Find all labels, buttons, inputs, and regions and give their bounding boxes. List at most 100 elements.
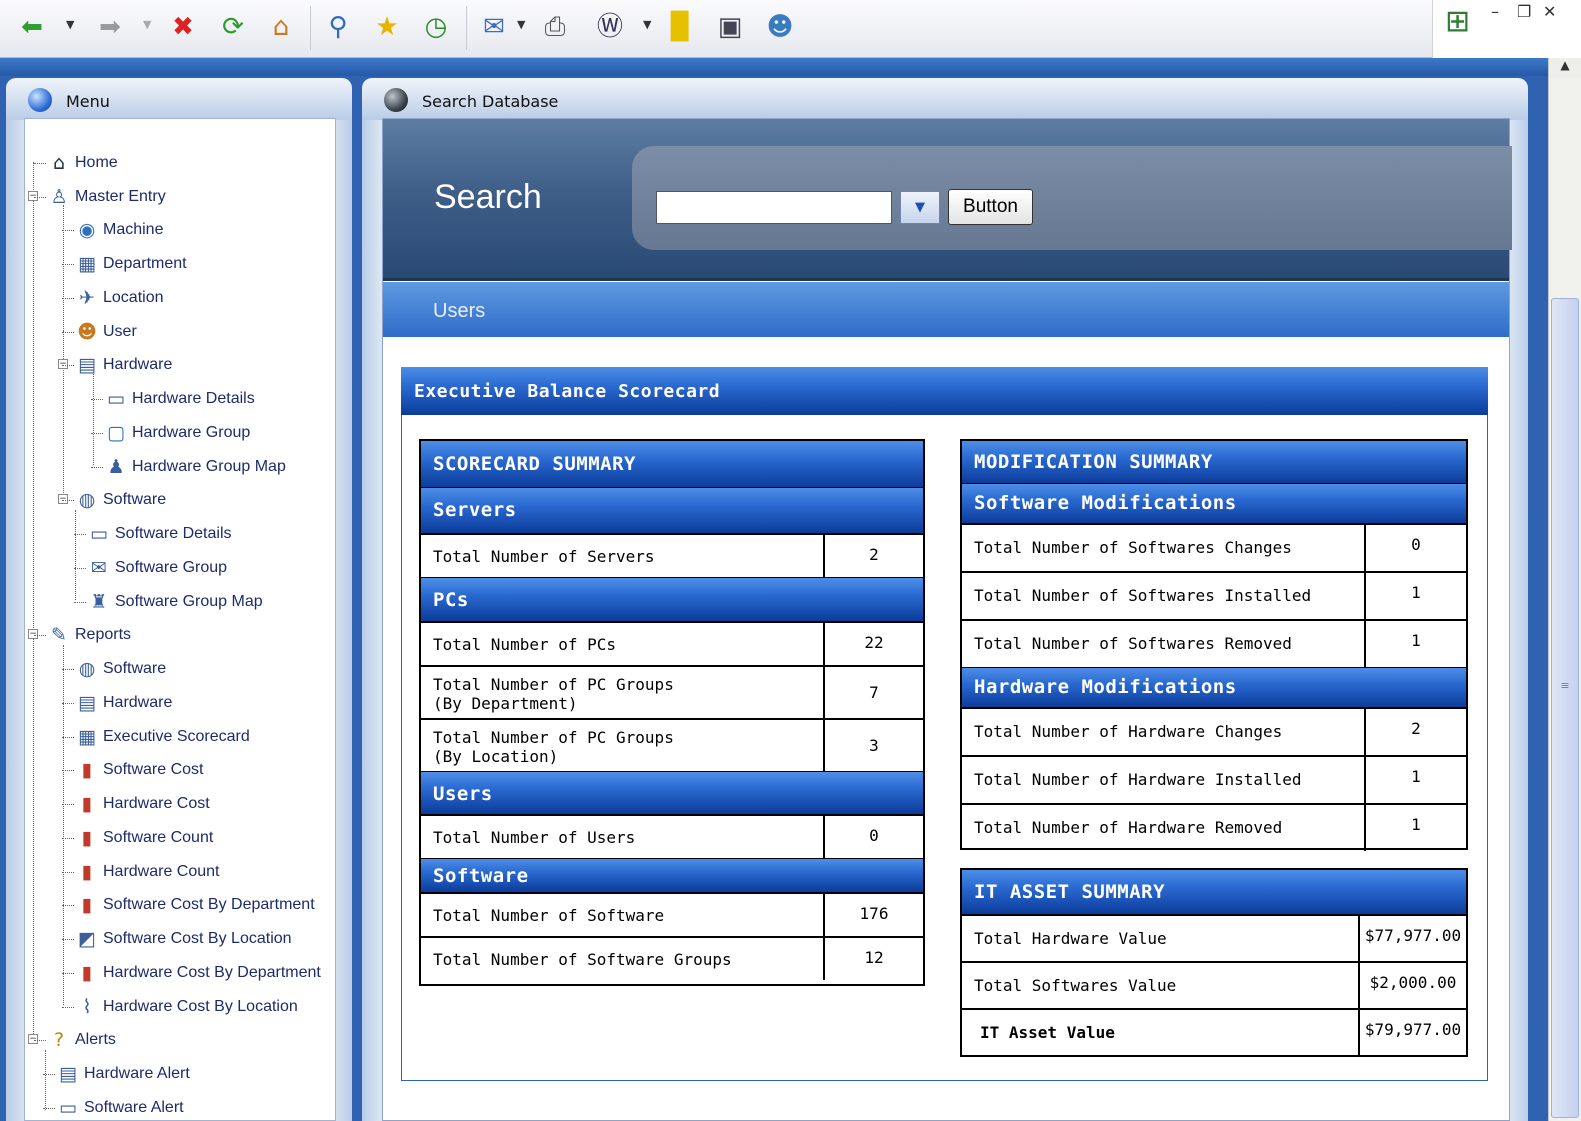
restore-button[interactable]: ❐ — [1517, 2, 1531, 21]
menu-item[interactable]: ▮ Hardware Count — [74, 859, 220, 885]
refresh-icon[interactable]: ⟳ — [215, 9, 251, 45]
edit-dropdown-icon[interactable]: ▼ — [643, 18, 651, 31]
tree-line — [34, 163, 46, 164]
collapse-alerts-icon[interactable]: − — [28, 1034, 38, 1044]
main-header: Search Database — [362, 78, 1528, 120]
row-label: IT Asset Value — [980, 1023, 1115, 1042]
forward-icon[interactable]: ➡ — [92, 9, 128, 45]
scroll-up-icon[interactable]: ▲ — [1549, 58, 1581, 78]
menu-item[interactable]: ▢ Hardware Group — [103, 420, 250, 446]
menu-item[interactable]: ⌇ Hardware Cost By Location — [74, 994, 298, 1020]
row-label: Total Number of Hardware Changes — [974, 722, 1283, 741]
tree-line — [62, 804, 74, 805]
hardware-group-icon: ▢ — [107, 422, 125, 444]
menu-item[interactable]: ▤ Hardware Alert — [55, 1061, 190, 1087]
menu-item[interactable]: ▭ Software Alert — [55, 1095, 184, 1121]
table-row: Total Softwares Value $2,000.00 — [962, 961, 1466, 1008]
tree-line — [91, 399, 103, 400]
tree-line — [62, 973, 74, 974]
reports-icon: ✎ — [51, 624, 67, 646]
scrollbar-thumb[interactable]: ≡ — [1551, 298, 1579, 1118]
minimize-button[interactable]: – — [1491, 2, 1499, 21]
edit-icon[interactable]: Ⓦ — [592, 9, 628, 45]
alert-icon: ? — [53, 1029, 65, 1051]
menu-item[interactable]: ▤ Hardware — [74, 352, 172, 378]
vertical-scrollbar[interactable]: ▲ ≡ — [1548, 58, 1581, 1121]
favorites-icon[interactable]: ★ — [369, 9, 405, 45]
menu-item[interactable]: ▮ Software Cost — [74, 757, 204, 783]
table-row: Total Number of Users 0 — [421, 814, 923, 858]
menu-item[interactable]: ▮ Software Cost By Department — [74, 892, 315, 918]
main-orb-icon — [384, 88, 408, 112]
tree-line — [34, 197, 46, 198]
menu-item-label: Hardware Cost By Location — [103, 998, 298, 1015]
row-value: 0 — [1364, 525, 1466, 571]
close-button[interactable]: ✕ — [1543, 2, 1556, 21]
collapse-software-icon[interactable]: − — [58, 494, 68, 504]
menu-item[interactable]: ♙ Master Entry — [46, 184, 165, 210]
it-asset-summary-title: IT ASSET SUMMARY — [962, 870, 1466, 914]
search-input[interactable] — [656, 191, 892, 224]
collapse-master-entry-icon[interactable]: − — [28, 191, 38, 201]
row-value: 2 — [823, 535, 923, 577]
it-asset-summary: IT ASSET SUMMARY Total Hardware Value $77… — [960, 868, 1468, 1057]
menu-item[interactable]: ▮ Hardware Cost By Department — [74, 960, 321, 986]
messenger-icon[interactable]: ☻ — [762, 9, 798, 45]
home-icon[interactable]: ⌂ — [263, 9, 299, 45]
table-row: Total Number of PCs 22 — [421, 621, 923, 665]
menu-item[interactable]: ▭ Hardware Details — [103, 386, 255, 412]
menu-item[interactable]: ▦ Executive Scorecard — [74, 724, 250, 750]
line-chart-icon: ⌇ — [82, 996, 92, 1018]
forward-dropdown-icon[interactable]: ▼ — [143, 18, 151, 31]
software-icon: ◍ — [78, 489, 96, 511]
print-icon[interactable]: ⎙ — [537, 9, 573, 45]
row-value: 22 — [823, 623, 923, 665]
menu-item[interactable]: ✈ Location — [74, 285, 163, 311]
row-value: 3 — [823, 720, 923, 771]
stop-icon[interactable]: ✖ — [165, 9, 201, 45]
search-dropdown[interactable]: ▼ — [900, 191, 940, 224]
collapse-hardware-icon[interactable]: − — [58, 359, 68, 369]
table-row: Total Number of Software Groups 12 — [421, 936, 923, 980]
menu-item[interactable]: ▮ Hardware Cost — [74, 791, 210, 817]
search-icon[interactable]: ⚲ — [320, 9, 356, 45]
notes-icon[interactable]: ▉ — [663, 9, 699, 45]
menu-header: Menu — [6, 78, 352, 120]
menu-item[interactable]: ◩ Software Cost By Location — [74, 926, 292, 952]
menu-item[interactable]: ✎ Reports — [46, 622, 131, 648]
menu-item[interactable]: ▤ Hardware — [74, 690, 172, 716]
hardware-alert-icon: ▤ — [59, 1063, 77, 1085]
menu-item-label: Executive Scorecard — [103, 728, 250, 745]
collapse-reports-icon[interactable]: − — [28, 629, 38, 639]
row-label: Total Number of Servers — [433, 547, 655, 566]
menu-item[interactable]: ◍ Software — [74, 487, 166, 513]
menu-item[interactable]: ☻ User — [74, 319, 137, 345]
history-icon[interactable]: ◷ — [418, 9, 454, 45]
menu-item[interactable]: ▮ Software Count — [74, 825, 214, 851]
menu-item[interactable]: ? Alerts — [46, 1027, 116, 1053]
back-dropdown-icon[interactable]: ▼ — [66, 18, 74, 31]
menu-item[interactable]: ⌂ Home — [46, 150, 118, 176]
research-icon[interactable]: ▣ — [712, 9, 748, 45]
menu-item-label: User — [103, 323, 137, 340]
menu-item[interactable]: ♟ Hardware Group Map — [103, 454, 285, 480]
back-icon[interactable]: ⬅ — [14, 9, 50, 45]
table-row: Total Number of Softwares Removed 1 — [962, 619, 1466, 667]
users-label[interactable]: Users — [433, 300, 485, 323]
software-alert-icon: ▭ — [59, 1097, 77, 1119]
menu-item[interactable]: ▭ Software Details — [86, 521, 231, 547]
menu-item[interactable]: ◍ Software — [74, 656, 166, 682]
search-button[interactable]: Button — [948, 189, 1033, 225]
tree-line — [62, 770, 74, 771]
mail-dropdown-icon[interactable]: ▼ — [517, 18, 525, 31]
menu-item[interactable]: ♜ Software Group Map — [86, 589, 262, 615]
tree-line — [45, 1050, 46, 1110]
menu-item-label: Hardware Group — [132, 424, 251, 441]
menu-item[interactable]: ◉ Machine — [74, 217, 164, 243]
menu-item[interactable]: ▦ Department — [74, 251, 187, 277]
hardware-icon: ▤ — [78, 354, 96, 376]
section-header: Hardware Modifications — [962, 667, 1466, 707]
row-value: 2 — [1364, 709, 1466, 755]
mail-icon[interactable]: ✉ — [476, 9, 512, 45]
menu-item[interactable]: ✉ Software Group — [86, 555, 227, 581]
